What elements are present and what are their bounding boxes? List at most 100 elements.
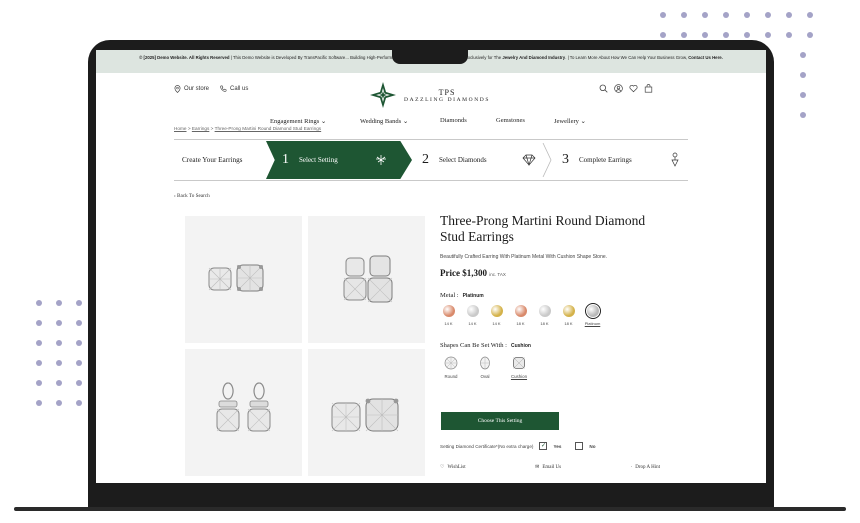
drop-a-hint-action[interactable]: · Drop A Hint: [631, 464, 660, 470]
stage: © [2025] Demo Website. All Rights Reserv…: [0, 0, 860, 523]
metal-selected-value: Platinum: [462, 293, 484, 299]
nav-diamonds[interactable]: Diamonds: [440, 117, 496, 125]
nav-engagement-rings[interactable]: Engagement Rings ⌄: [270, 117, 360, 125]
step-number: 3: [562, 152, 569, 167]
decorative-dot: [56, 380, 62, 386]
decorative-dot: [765, 12, 771, 18]
metal-option-label: 14 K: [492, 321, 501, 326]
certificate-no-checkbox[interactable]: [575, 442, 584, 450]
certificate-yes-checkbox[interactable]: ✓: [539, 442, 548, 450]
earring-builder-steps: Create Your Earrings 1 Select Setting 2 …: [174, 139, 688, 181]
product-description: Beautifully Crafted Earring With Platinu…: [440, 254, 608, 260]
nav-label: Diamonds: [440, 117, 467, 124]
step-complete-earrings[interactable]: 3 Complete Earrings: [552, 141, 688, 179]
our-store-link[interactable]: Our store: [174, 85, 209, 93]
decorative-dots-right-column: [800, 52, 806, 118]
shape-option-round[interactable]: Round: [440, 356, 462, 379]
decorative-dot: [660, 32, 666, 38]
nav-wedding-bands[interactable]: Wedding Bands ⌄: [360, 117, 440, 125]
envelope-icon: ✉: [535, 465, 540, 470]
decorative-dot: [36, 300, 42, 306]
certificate-no-label: No: [589, 443, 596, 449]
nav-label: Gemstones: [496, 117, 525, 124]
step-label: Select Setting: [299, 156, 338, 164]
call-us-link[interactable]: Call us: [220, 85, 248, 92]
product-image-3[interactable]: [185, 349, 302, 476]
metal-swatch: [562, 305, 575, 317]
decorative-dot: [786, 12, 792, 18]
cushion-stud-side-image: [331, 398, 399, 432]
metal-option[interactable]: 14 K: [488, 305, 505, 326]
breadcrumb-current: Three-Prong Martini Round Diamond Stud E…: [214, 126, 322, 131]
decorative-dot: [807, 32, 813, 38]
nav-gemstones[interactable]: Gemstones: [496, 117, 554, 125]
diamond-star-logo-icon: [370, 82, 396, 108]
metal-option[interactable]: Platinum: [584, 303, 601, 326]
chevron-down-icon: ⌄: [320, 118, 327, 125]
shape-label-text: Shapes Can Be Set With :: [440, 342, 507, 349]
step-select-diamonds[interactable]: 2 Select Diamonds: [412, 141, 552, 179]
contact-us-link[interactable]: Contact Us Here.: [688, 55, 723, 60]
product-image-2[interactable]: [308, 216, 425, 343]
back-to-search-link[interactable]: ‹ Back To Search: [174, 193, 210, 199]
product-image-4[interactable]: [308, 349, 425, 476]
decorative-dot: [76, 340, 82, 346]
chevron-down-icon: ⌄: [402, 118, 409, 125]
copyright-text: © [2025] Demo Website. All Rights Reserv…: [139, 55, 230, 60]
metal-option[interactable]: 18 K: [512, 305, 529, 326]
wishlist-action[interactable]: ♡ WishList: [440, 464, 466, 471]
logo-subtitle: DAZZLING DIAMONDS: [404, 96, 491, 103]
metal-swatch: [490, 305, 503, 317]
decorative-dot: [56, 340, 62, 346]
shape-option-cushion[interactable]: Cushion: [508, 356, 530, 379]
breadcrumb-home[interactable]: Home: [174, 126, 187, 131]
decorative-dot: [702, 32, 708, 38]
metal-swatch: [538, 305, 551, 317]
earring-icon: [671, 152, 679, 167]
steps-title: Create Your Earrings: [182, 156, 243, 164]
metal-option[interactable]: 18 K: [536, 305, 553, 326]
metal-option-label: 18 K: [564, 321, 573, 326]
shape-option-oval[interactable]: Oval: [474, 356, 496, 379]
laptop-notch: [392, 48, 468, 64]
chevron-down-icon: ⌄: [580, 118, 586, 125]
decorative-dot: [36, 400, 42, 406]
action-label: Email Us: [542, 464, 562, 470]
breadcrumb-earrings[interactable]: Earrings: [192, 126, 209, 131]
metal-option[interactable]: 14 K: [440, 305, 457, 326]
setting-icon: [376, 155, 386, 165]
decorative-dot: [76, 380, 82, 386]
cushion-stud-pair-image: [208, 264, 264, 292]
metal-swatch: [442, 305, 455, 317]
decorative-dot: [660, 12, 666, 18]
decorative-dot: [723, 12, 729, 18]
heart-icon: ♡: [440, 465, 445, 470]
step-select-setting[interactable]: 1 Select Setting: [266, 141, 412, 179]
site-logo[interactable]: TPS DAZZLING DIAMONDS: [370, 82, 490, 108]
nav-jewellery[interactable]: Jewellery ⌄: [554, 117, 586, 125]
round-diamond-icon: [444, 356, 458, 370]
metal-option[interactable]: 14 K: [464, 305, 481, 326]
wishlist-heart-icon[interactable]: [629, 84, 638, 93]
decorative-dot: [56, 300, 62, 306]
search-icon[interactable]: [599, 84, 608, 93]
metal-option[interactable]: 18 K: [560, 305, 577, 326]
cart-bag-icon[interactable]: [644, 84, 653, 93]
decorative-dot: [800, 72, 806, 78]
decorative-dot: [76, 360, 82, 366]
metal-swatch: [584, 303, 601, 319]
announcement-text-2: . | To Learn More About How We Can Help …: [565, 55, 689, 60]
decorative-dot: [36, 320, 42, 326]
product-image-1[interactable]: [185, 216, 302, 343]
step-label: Complete Earrings: [579, 156, 632, 164]
diamond-icon: [522, 154, 536, 166]
shape-label: Cushion: [510, 374, 528, 379]
email-us-action[interactable]: ✉ Email Us: [535, 464, 562, 471]
account-icon[interactable]: [614, 84, 623, 93]
decorative-dot: [744, 32, 750, 38]
step-label: Select Diamonds: [439, 156, 487, 164]
choose-setting-button[interactable]: Choose This Setting: [441, 412, 559, 430]
main-nav: Engagement Rings ⌄ Wedding Bands ⌄ Diamo…: [270, 117, 586, 125]
decorative-dot: [786, 32, 792, 38]
metal-label: Metal : Platinum: [440, 292, 484, 299]
